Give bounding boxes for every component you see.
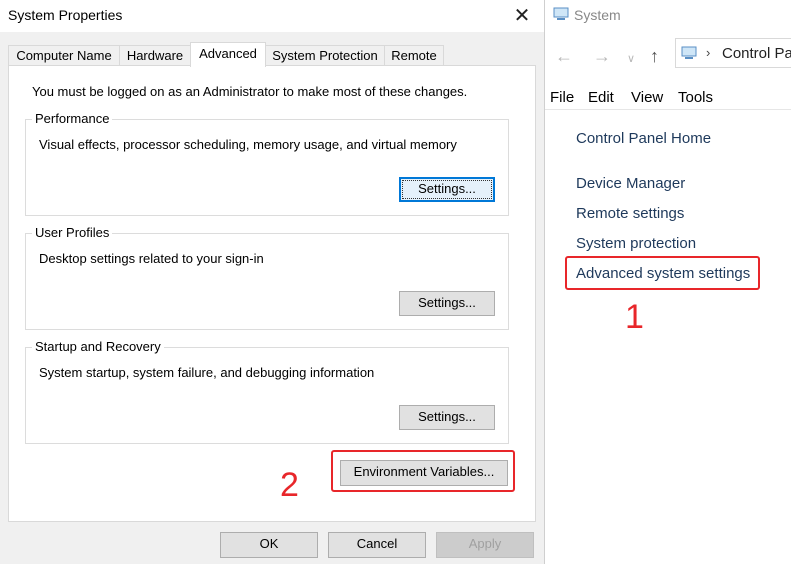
apply-button[interactable]: Apply (436, 532, 534, 558)
recent-dropdown-icon[interactable]: ∨ (627, 52, 635, 65)
control-panel-icon (681, 46, 697, 59)
ok-button[interactable]: OK (220, 532, 318, 558)
performance-settings-button[interactable]: Settings... (399, 177, 495, 202)
menu-file[interactable]: File (550, 89, 574, 106)
performance-title: Performance (32, 111, 113, 126)
address-text: Control Panel (722, 45, 791, 62)
startup-recovery-title: Startup and Recovery (32, 339, 164, 354)
tab-computer-name[interactable]: Computer Name (8, 45, 120, 66)
device-manager-link[interactable]: Device Manager (576, 175, 685, 192)
step-2-label: 2 (280, 466, 299, 504)
tab-remote[interactable]: Remote (384, 45, 444, 66)
startup-recovery-description: System startup, system failure, and debu… (39, 365, 375, 380)
remote-settings-link[interactable]: Remote settings (576, 205, 684, 222)
performance-group: Performance Visual effects, processor sc… (25, 111, 509, 216)
cancel-button[interactable]: Cancel (328, 532, 426, 558)
dialog-titlebar: System Properties ✕ (0, 0, 544, 32)
user-profiles-settings-button[interactable]: Settings... (399, 291, 495, 316)
control-panel-window: System ← → ∨ ↑ › Control Panel File Edit… (544, 0, 791, 564)
user-profiles-title: User Profiles (32, 225, 113, 240)
system-window-icon (553, 7, 569, 20)
forward-arrow-icon[interactable]: → (593, 46, 611, 67)
address-bar[interactable]: › Control Panel (675, 38, 791, 68)
up-arrow-icon[interactable]: ↑ (650, 46, 659, 67)
highlight-box-1 (565, 256, 760, 290)
startup-recovery-group: Startup and Recovery System startup, sys… (25, 339, 509, 444)
user-profiles-group: User Profiles Desktop settings related t… (25, 225, 509, 330)
performance-description: Visual effects, processor scheduling, me… (39, 137, 457, 152)
menu-view[interactable]: View (631, 89, 663, 106)
menubar-divider (545, 109, 791, 110)
startup-recovery-settings-button[interactable]: Settings... (399, 405, 495, 430)
tab-hardware[interactable]: Hardware (119, 45, 191, 66)
user-profiles-description: Desktop settings related to your sign-in (39, 251, 264, 266)
menu-tools[interactable]: Tools (678, 89, 713, 106)
control-panel-home-link[interactable]: Control Panel Home (576, 130, 711, 147)
tab-advanced[interactable]: Advanced (190, 42, 266, 67)
step-1-label: 1 (625, 298, 644, 336)
dialog-title: System Properties (8, 7, 123, 23)
system-properties-dialog: System Properties ✕ Computer Name Hardwa… (0, 0, 544, 564)
close-icon[interactable]: ✕ (505, 2, 539, 30)
back-arrow-icon[interactable]: ← (555, 46, 573, 67)
system-protection-link[interactable]: System protection (576, 235, 696, 252)
cp-window-title: System (574, 7, 621, 23)
admin-note: You must be logged on as an Administrato… (32, 84, 468, 99)
highlight-box-2 (331, 450, 515, 492)
menu-edit[interactable]: Edit (588, 89, 614, 106)
breadcrumb-chevron-icon: › (706, 45, 711, 60)
tab-system-protection[interactable]: System Protection (265, 45, 385, 66)
